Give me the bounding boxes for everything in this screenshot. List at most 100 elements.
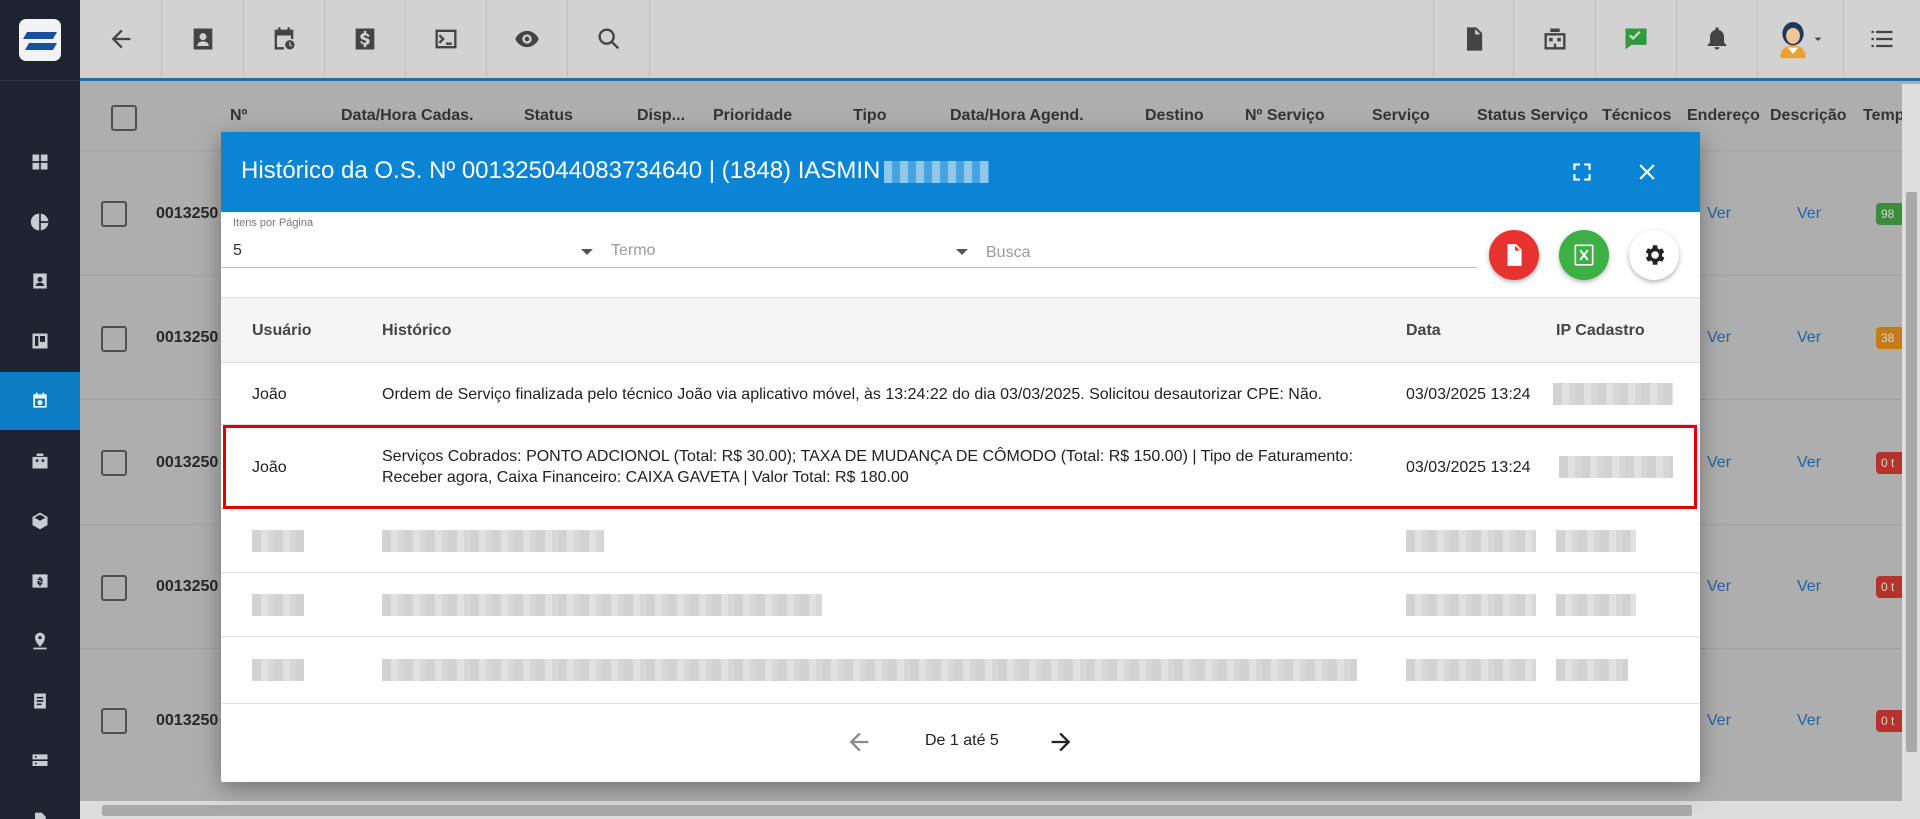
terminal-icon [435,29,457,49]
contact-icon[interactable] [0,252,80,310]
top-toolbar [80,0,1920,81]
search-placeholder: Busca [986,244,1031,261]
pdf-file-icon [1466,27,1482,51]
server-icon[interactable] [0,732,80,790]
fullscreen-button[interactable] [1565,155,1599,189]
scrollbar-thumb[interactable] [102,805,1692,816]
column-header-usuario[interactable]: Usuário [252,322,312,340]
dashboard-icon[interactable] [0,133,80,191]
logo[interactable] [0,0,80,81]
redacted-cell [1556,594,1636,616]
horizontal-scrollbar[interactable] [80,801,1920,819]
calendar-clock-icon [274,27,295,50]
redacted-cell [252,530,304,552]
check-message-icon [1625,28,1647,50]
termo-select[interactable]: Termo [599,234,974,268]
menu-list-icon [1871,30,1893,48]
next-page-button[interactable] [1047,728,1075,756]
history-modal: Histórico da O.S. Nº 001325044083734640 … [221,132,1700,782]
history-table-header: Usuário Histórico Data IP Cadastro [221,297,1700,363]
table-row[interactable] [221,573,1700,637]
items-per-page-label: Itens por Página [233,217,314,229]
money-icon[interactable] [0,552,80,610]
caret-down-icon [956,249,968,255]
search-input[interactable]: Busca [974,234,1477,268]
chevron-down-icon [1814,37,1821,41]
contact-card-button[interactable] [162,0,244,78]
cell-usuario: João [252,386,287,403]
table-row[interactable]: João Ordem de Serviço finalizada pelo té… [221,363,1700,425]
redacted-cell [252,659,304,681]
items-per-page-select[interactable]: 5 [221,234,599,268]
column-header-ip[interactable]: IP Cadastro [1556,322,1645,340]
redacted-cell [382,530,604,552]
sidebar [0,0,80,819]
contact-card-icon [193,28,212,50]
pdf-button[interactable] [1433,0,1513,78]
terminal-button[interactable] [406,0,487,78]
column-header-data[interactable]: Data [1406,322,1441,340]
modal-title: Histórico da O.S. Nº 001325044083734640 … [241,157,990,185]
redacted-cell [1406,530,1536,552]
search-icon [598,28,619,50]
checklist-message-button[interactable] [1595,0,1676,78]
gear-icon [1645,245,1665,265]
document-icon[interactable] [0,672,80,730]
back-arrow-icon [111,29,130,49]
pagination: De 1 até 5 [221,704,1700,782]
back-button[interactable] [80,0,162,78]
building-icon [1544,28,1565,50]
termo-placeholder: Termo [611,242,656,259]
excel-icon [1574,244,1594,266]
calendar-clock-button[interactable] [244,0,325,78]
cell-data: 03/03/2025 13:24 [1406,386,1531,403]
avatar [1779,22,1806,59]
logo-icon [19,19,61,61]
building-icon[interactable] [0,432,80,490]
redacted-cell [1556,530,1636,552]
export-pdf-button[interactable] [1489,230,1539,280]
map-pin-icon[interactable] [0,612,80,670]
calendar-icon[interactable] [0,372,80,430]
prev-page-button[interactable] [845,728,873,756]
kanban-icon[interactable] [0,312,80,370]
pie-chart-icon[interactable] [0,193,80,251]
scrollbar-thumb[interactable] [1906,192,1917,752]
table-row[interactable] [221,509,1700,573]
fullscreen-icon [1573,163,1591,181]
modal-title-text: Histórico da O.S. Nº 001325044083734640 … [241,157,881,184]
dollar-icon [355,28,375,50]
financial-button[interactable] [325,0,406,78]
close-button[interactable] [1630,155,1664,189]
export-excel-button[interactable] [1559,230,1609,280]
view-button[interactable] [487,0,568,78]
redacted-cell [252,594,304,616]
menu-button[interactable] [1843,0,1920,78]
redacted-cell [1406,659,1536,681]
vertical-scrollbar[interactable] [1902,84,1920,801]
redacted-cell [1556,659,1628,681]
notifications-button[interactable] [1676,0,1757,78]
building-button[interactable] [1513,0,1595,78]
search-button[interactable] [568,0,650,78]
modal-header: Histórico da O.S. Nº 001325044083734640 … [221,132,1700,212]
cell-historico: Ordem de Serviço finalizada pelo técnico… [382,386,1323,403]
highlight-box [223,425,1697,509]
redacted-ip [1553,383,1673,405]
filters-bar: Itens por Página 5 Termo Busca [221,212,1700,296]
bell-icon [1707,27,1727,50]
settings-button[interactable] [1629,230,1679,280]
redacted-cell [382,594,822,616]
items-per-page-value: 5 [233,242,242,259]
box-icon[interactable] [0,492,80,550]
user-menu-button[interactable] [1757,0,1843,78]
close-icon [1639,164,1655,180]
file-icon[interactable] [0,792,80,819]
caret-down-icon [581,249,593,255]
eye-icon [515,30,539,48]
redacted-name [884,160,990,183]
redacted-cell [382,659,1357,681]
column-header-historico[interactable]: Histórico [382,322,451,340]
pagination-text: De 1 até 5 [925,732,999,749]
table-row[interactable] [221,637,1700,704]
